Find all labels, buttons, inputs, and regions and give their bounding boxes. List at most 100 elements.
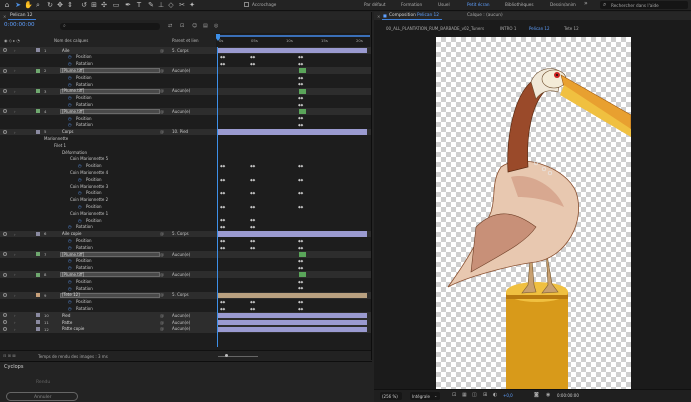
viewer-timecode[interactable]: 0:00:00:00 bbox=[557, 393, 579, 398]
home-icon[interactable]: ⌂ bbox=[3, 1, 11, 9]
parent-dropdown[interactable]: Aucun(e) bbox=[172, 88, 190, 93]
property-row[interactable]: Position ◷ ◆◆ bbox=[0, 74, 371, 81]
composition-canvas[interactable] bbox=[436, 37, 631, 389]
keyframe-diamond[interactable]: ◆◆ bbox=[250, 191, 255, 195]
toggle-switches-icon[interactable]: ⊟ ⊞ ⊠ bbox=[3, 353, 16, 358]
label-color-swatch[interactable] bbox=[36, 109, 40, 114]
expand-arrow-icon[interactable]: › bbox=[14, 320, 16, 325]
property-row[interactable]: Rotation ◷ ◆◆ bbox=[0, 122, 371, 129]
stopwatch-icon[interactable]: ◷ bbox=[68, 258, 72, 263]
rectangle-tool-icon[interactable]: ▭ bbox=[112, 1, 120, 9]
visibility-eye-icon[interactable] bbox=[3, 109, 7, 114]
keyframe-diamond[interactable]: ◆◆ bbox=[250, 62, 255, 66]
stopwatch-icon[interactable]: ◷ bbox=[68, 238, 72, 243]
crumb-intro[interactable]: INTRO 1 bbox=[500, 26, 516, 31]
expand-arrow-icon[interactable]: › bbox=[14, 232, 16, 237]
show-snapshot-icon[interactable]: ◉ bbox=[546, 392, 550, 398]
visibility-eye-icon[interactable] bbox=[3, 129, 7, 134]
expand-arrow-icon[interactable]: › bbox=[14, 293, 16, 298]
layer-row[interactable]: › 6 Aile copie 5. Corps @ bbox=[0, 230, 371, 238]
visibility-eye-icon[interactable] bbox=[3, 292, 7, 297]
stopwatch-icon[interactable]: ◷ bbox=[78, 190, 82, 195]
stopwatch-icon[interactable]: ◷ bbox=[68, 279, 72, 284]
draft-3d-icon[interactable]: ⊡ bbox=[180, 23, 184, 29]
keyframe-diamond[interactable]: ◆◆ bbox=[250, 300, 255, 304]
keyframe-diamond[interactable]: ◆◆ bbox=[220, 225, 225, 229]
layer-duration-bar[interactable] bbox=[217, 47, 367, 53]
stopwatch-icon[interactable]: ◷ bbox=[68, 245, 72, 250]
workspace-training[interactable]: Formation bbox=[401, 2, 422, 7]
label-color-swatch[interactable] bbox=[36, 293, 40, 298]
parent-dropdown[interactable]: Aucun(e) bbox=[172, 252, 190, 257]
layer-row[interactable]: › 3 [Plume.tiff] Aucun(e) @ bbox=[0, 87, 371, 95]
label-color-swatch[interactable] bbox=[36, 89, 40, 94]
workspace-usual[interactable]: Usuel bbox=[438, 2, 450, 7]
visibility-eye-icon[interactable] bbox=[3, 320, 7, 325]
frame-blending-icon[interactable]: ▤ bbox=[203, 23, 208, 29]
property-group-row[interactable]: Coin Marionnette 3 bbox=[0, 183, 371, 190]
keyframe-diamond[interactable]: ◆◆ bbox=[298, 307, 303, 311]
layer-duration-bar[interactable] bbox=[299, 68, 306, 74]
label-color-swatch[interactable] bbox=[36, 272, 40, 277]
property-row[interactable]: Position ◷ ◆◆ bbox=[0, 258, 371, 265]
property-row[interactable]: Rotation ◷ ◆◆ bbox=[0, 101, 371, 108]
parent-dropdown[interactable]: Aucun(e) bbox=[172, 320, 190, 325]
layer-row[interactable]: › 1 Aile 5. Corps @ bbox=[0, 47, 371, 54]
property-row[interactable]: Rotation ◷ ◆◆ bbox=[0, 81, 371, 88]
stopwatch-icon[interactable]: ◷ bbox=[68, 75, 72, 80]
keyframe-diamond[interactable]: ◆◆ bbox=[298, 62, 303, 66]
expand-arrow-icon[interactable]: › bbox=[14, 252, 16, 257]
keyframe-diamond[interactable]: ◆◆ bbox=[298, 103, 303, 107]
layer-search-input[interactable]: ⌕ bbox=[60, 23, 160, 30]
keyframe-diamond[interactable]: ◆◆ bbox=[298, 55, 303, 59]
pick-whip-icon[interactable]: @ bbox=[160, 129, 164, 134]
visibility-eye-icon[interactable] bbox=[3, 68, 7, 73]
exposure-offset[interactable]: +0,0 bbox=[503, 393, 513, 398]
pick-whip-icon[interactable]: @ bbox=[160, 252, 164, 257]
workspace-menu-icon[interactable]: » bbox=[584, 0, 588, 7]
parent-dropdown[interactable]: 10. Pied bbox=[172, 129, 188, 134]
property-group-row[interactable]: Déformation bbox=[0, 149, 371, 156]
text-tool-icon[interactable]: T bbox=[135, 1, 143, 9]
property-group-row[interactable]: Coin Marionnette 5 bbox=[0, 156, 371, 163]
snap-checkbox[interactable] bbox=[244, 2, 249, 7]
keyframe-diamond[interactable]: ◆◆ bbox=[298, 116, 303, 120]
camera-tool-icon[interactable]: ⊞ bbox=[90, 1, 98, 9]
property-group-row[interactable]: Coin Marionnette 1 bbox=[0, 210, 371, 217]
stopwatch-icon[interactable]: ◷ bbox=[68, 306, 72, 311]
property-row[interactable]: Rotation ◷ ◆◆ ◆◆ ◆◆ bbox=[0, 244, 371, 251]
crumb-root[interactable]: 00_ALL_PLANTATION_RUM_BARBADE_v02_Tuners bbox=[386, 26, 484, 31]
hand-tool-icon[interactable]: ✋ bbox=[24, 1, 33, 9]
keyframe-diamond[interactable]: ◆◆ bbox=[250, 55, 255, 59]
region-of-interest-icon[interactable]: ⊡ bbox=[452, 392, 456, 398]
label-color-swatch[interactable] bbox=[36, 48, 40, 53]
visibility-eye-icon[interactable] bbox=[3, 313, 7, 318]
keyframe-diamond[interactable]: ◆◆ bbox=[220, 62, 225, 66]
keyframe-diamond[interactable]: ◆◆ bbox=[250, 218, 255, 222]
time-ruler[interactable]: 0s 05s 10s 15s 20s bbox=[216, 33, 370, 47]
keyframe-diamond[interactable]: ◆◆ bbox=[220, 307, 225, 311]
stopwatch-icon[interactable]: ◷ bbox=[78, 204, 82, 209]
expand-arrow-icon[interactable]: › bbox=[14, 68, 16, 73]
puppet-tool-icon[interactable]: ✦ bbox=[188, 1, 196, 9]
pen-tool-icon[interactable]: ✒ bbox=[124, 1, 132, 9]
layer-duration-bar[interactable] bbox=[299, 88, 306, 94]
property-group-row[interactable]: Marionnette bbox=[0, 135, 371, 142]
stopwatch-icon[interactable]: ◷ bbox=[78, 177, 82, 182]
layer-duration-bar[interactable] bbox=[217, 129, 367, 135]
selection-tool-icon[interactable]: ➤ bbox=[14, 1, 22, 9]
keyframe-diamond[interactable]: ◆◆ bbox=[220, 239, 225, 243]
stamp-tool-icon[interactable]: ⊥ bbox=[157, 1, 165, 9]
keyframe-diamond[interactable]: ◆◆ bbox=[220, 218, 225, 222]
property-row[interactable]: Position ◷ ◆◆ bbox=[0, 115, 371, 122]
motion-blur-icon[interactable]: ◎ bbox=[214, 23, 218, 29]
pick-whip-icon[interactable]: @ bbox=[160, 320, 164, 325]
label-color-swatch[interactable] bbox=[36, 252, 40, 257]
parent-dropdown[interactable]: 5. Corps bbox=[172, 231, 189, 236]
comp-tab-label[interactable]: Composition bbox=[389, 13, 416, 18]
orbit-tool-icon[interactable]: ↻ bbox=[46, 1, 54, 9]
render-button[interactable]: Rendu bbox=[36, 380, 50, 385]
keyframe-diamond[interactable]: ◆◆ bbox=[298, 164, 303, 168]
keyframe-diamond[interactable]: ◆◆ bbox=[298, 246, 303, 250]
layer-duration-bar[interactable] bbox=[217, 292, 367, 298]
